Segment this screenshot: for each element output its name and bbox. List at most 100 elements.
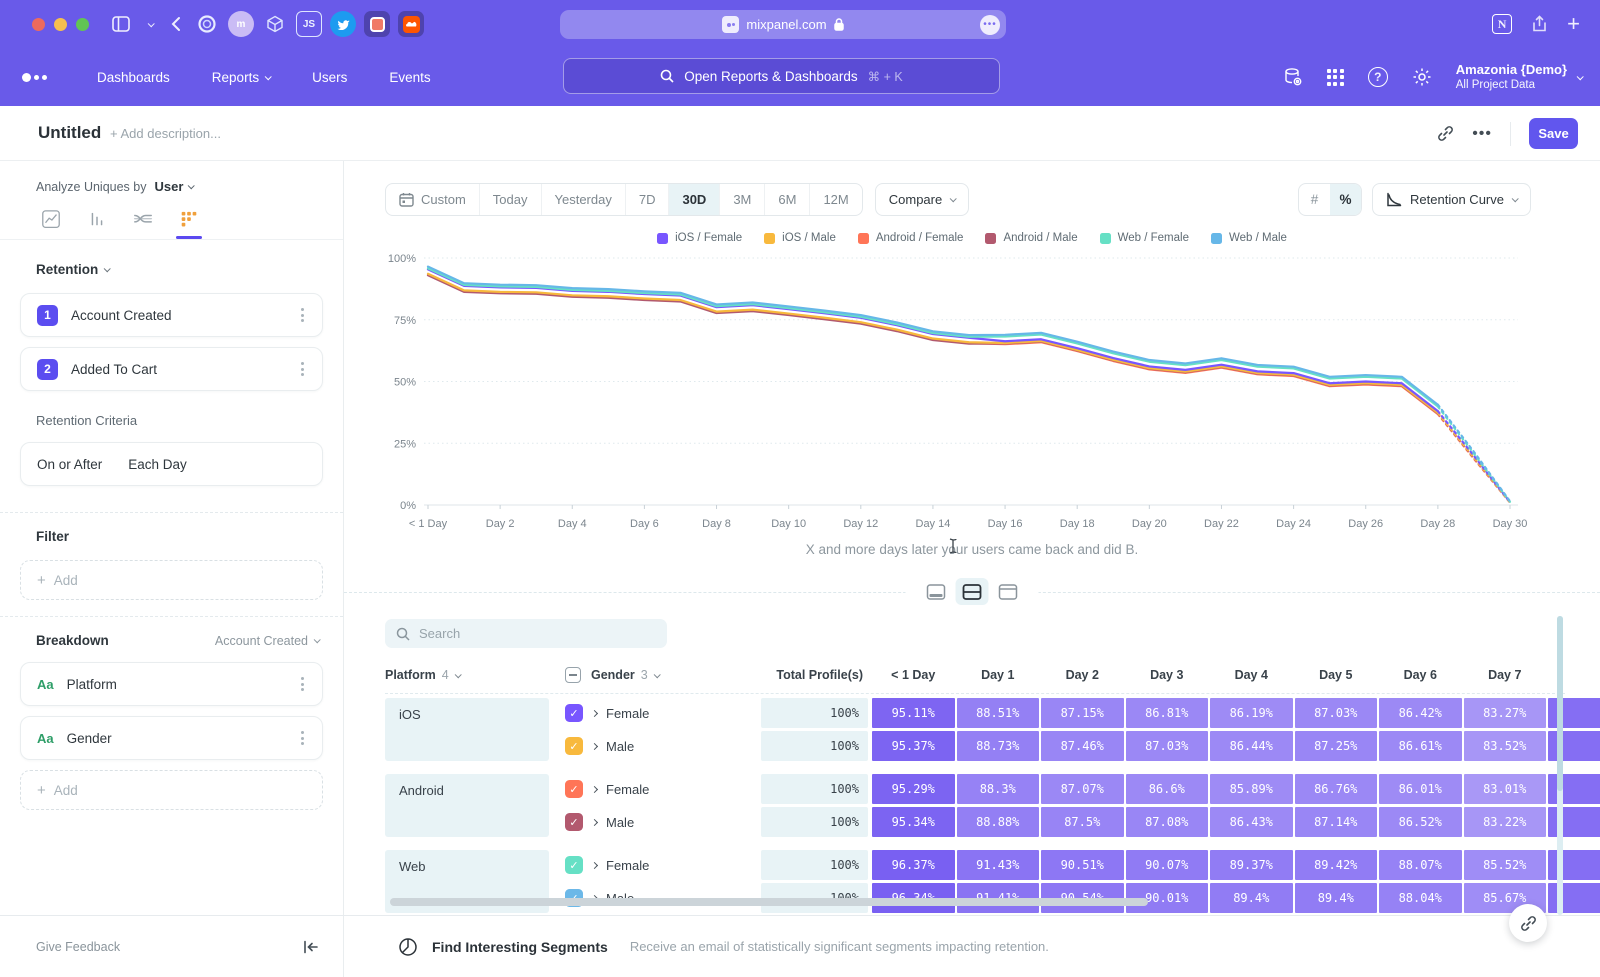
layout-split-button[interactable] [956,578,989,605]
retention-cell[interactable]: 87.08% [1126,807,1209,837]
data-management-icon[interactable] [1283,67,1303,87]
retention-cell[interactable]: 83.52% [1464,731,1547,761]
retention-cell[interactable]: 87.03% [1295,698,1378,728]
retention-step-card[interactable]: 2Added To Cart [20,347,323,391]
retention-cell[interactable]: 85.52% [1464,850,1547,880]
nav-item-reports[interactable]: Reports [212,70,270,85]
retention-cell[interactable]: 83.01% [1464,774,1547,804]
retention-cell[interactable]: 95.37% [872,731,955,761]
retention-cell[interactable]: 86.42% [1379,698,1462,728]
retention-cell[interactable]: 86.19% [1210,698,1293,728]
retention-cell[interactable]: 95.29% [872,774,955,804]
retention-cell[interactable]: 96.37% [872,850,955,880]
day-column-header[interactable]: Day 6 [1378,668,1463,682]
kebab-menu-icon[interactable] [297,727,308,749]
new-tab-icon[interactable]: + [1567,13,1580,35]
retention-cell[interactable] [1548,850,1600,880]
cube-favicon[interactable] [262,11,288,37]
m-avatar-favicon[interactable]: m [228,11,254,37]
kebab-menu-icon[interactable] [297,673,308,695]
range-button-6m[interactable]: 6M [764,184,809,215]
legend-item[interactable]: iOS / Female [657,232,742,244]
chevron-down-icon[interactable] [148,22,153,27]
add-description-field[interactable]: + Add description... [110,126,221,141]
minimize-window-button[interactable] [54,18,67,31]
help-icon[interactable]: ? [1368,67,1388,87]
gender-cell[interactable]: ✓Male [565,807,761,837]
retention-cell[interactable] [1548,774,1600,804]
share-icon[interactable] [1532,15,1547,33]
save-button[interactable]: Save [1529,118,1578,149]
range-button-3m[interactable]: 3M [719,184,764,215]
retention-cell[interactable]: 90.51% [1041,850,1124,880]
url-more-button[interactable]: ••• [980,15,1000,35]
maximize-window-button[interactable] [76,18,89,31]
breakdown-card[interactable]: AaPlatform [20,662,323,706]
add-filter-button[interactable]: + Add [20,560,323,600]
chart-type-selector[interactable]: Retention Curve [1372,183,1531,216]
range-button-custom[interactable]: Custom [386,184,479,215]
series-checkbox[interactable]: ✓ [565,704,583,722]
retention-cell[interactable]: 86.01% [1379,774,1462,804]
retention-cell[interactable]: 83.27% [1464,698,1547,728]
tab-insights-chart[interactable] [38,210,64,239]
legend-item[interactable]: Android / Male [985,232,1077,244]
gender-cell[interactable]: ✓Male [565,731,761,761]
ring-favicon[interactable] [194,11,220,37]
day-column-header[interactable]: Day 5 [1294,668,1379,682]
kebab-menu-icon[interactable] [297,358,308,380]
day-column-header[interactable]: Day 2 [1040,668,1125,682]
collapse-sidebar-icon[interactable] [303,940,319,954]
retention-criteria-card[interactable]: On or After Each Day [20,442,323,486]
bird-favicon[interactable] [330,11,356,37]
retention-cell[interactable]: 87.14% [1295,807,1378,837]
expand-chevron-icon[interactable] [591,861,598,868]
vertical-scrollbar[interactable] [1557,616,1563,915]
retention-cell[interactable]: 95.11% [872,698,955,728]
close-window-button[interactable] [32,18,45,31]
project-selector[interactable]: Amazonia {Demo} All Project Data [1456,62,1582,93]
retention-cell[interactable]: 86.44% [1210,731,1293,761]
gender-column-header[interactable]: Gender 3 [565,667,761,683]
table-search-input[interactable]: Search [385,619,667,648]
retention-cell[interactable]: 86.6% [1126,774,1209,804]
expand-chevron-icon[interactable] [591,742,598,749]
analyze-entity-selector[interactable]: User [154,179,183,194]
legend-item[interactable]: Android / Female [858,232,964,244]
retention-cell[interactable]: 95.34% [872,807,955,837]
criteria-mode[interactable]: On or After [37,457,102,472]
copy-link-icon[interactable] [1437,125,1454,142]
settings-gear-icon[interactable] [1412,67,1432,87]
expand-chevron-icon[interactable] [591,785,598,792]
gender-cell[interactable]: ✓Female [565,698,761,728]
mixpanel-logo-icon[interactable] [22,73,58,82]
range-button-yesterday[interactable]: Yesterday [541,184,625,215]
retention-cell[interactable]: 83.22% [1464,807,1547,837]
notion-icon[interactable]: N [1492,14,1512,34]
share-link-fab[interactable] [1509,904,1547,942]
unit-button-percent[interactable]: % [1330,184,1361,215]
series-checkbox[interactable]: ✓ [565,780,583,798]
platform-cell[interactable]: Android [385,774,549,837]
retention-cell[interactable]: 89.4% [1210,883,1293,913]
back-icon[interactable] [171,16,181,32]
retention-cell[interactable]: 88.07% [1379,850,1462,880]
retention-cell[interactable] [1548,807,1600,837]
retention-cell[interactable]: 86.61% [1379,731,1462,761]
retention-cell[interactable]: 88.51% [957,698,1040,728]
global-search-bar[interactable]: Open Reports & Dashboards ⌘ + K [563,58,1000,94]
retention-cell[interactable]: 87.15% [1041,698,1124,728]
series-checkbox[interactable]: ✓ [565,856,583,874]
retention-cell[interactable]: 86.76% [1295,774,1378,804]
more-options-icon[interactable]: ••• [1472,125,1492,143]
retention-section-header[interactable]: Retention [0,262,343,277]
unit-button-count[interactable]: # [1299,184,1330,215]
retention-cell[interactable]: 86.52% [1379,807,1462,837]
find-segments-title[interactable]: Find Interesting Segments [432,939,608,955]
tab-flows[interactable] [130,210,156,239]
breakdown-card[interactable]: AaGender [20,716,323,760]
retention-cell[interactable]: 87.25% [1295,731,1378,761]
legend-item[interactable]: Web / Female [1100,232,1189,244]
retention-cell[interactable]: 86.81% [1126,698,1209,728]
compare-button[interactable]: Compare [875,183,969,216]
